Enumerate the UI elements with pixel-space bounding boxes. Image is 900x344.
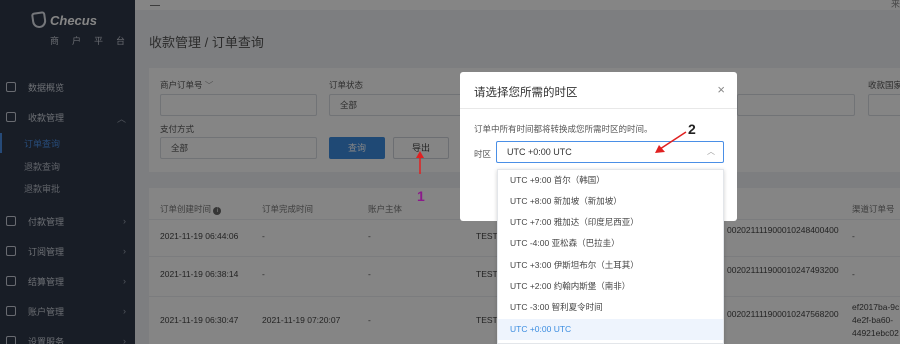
- annotation-label-2: 2: [688, 121, 696, 137]
- annotation-arrows: [416, 131, 687, 174]
- annotation-arrow-2: [655, 131, 687, 153]
- annotation-arrow-1: [416, 151, 424, 174]
- annotation-label-1: 1: [417, 188, 425, 204]
